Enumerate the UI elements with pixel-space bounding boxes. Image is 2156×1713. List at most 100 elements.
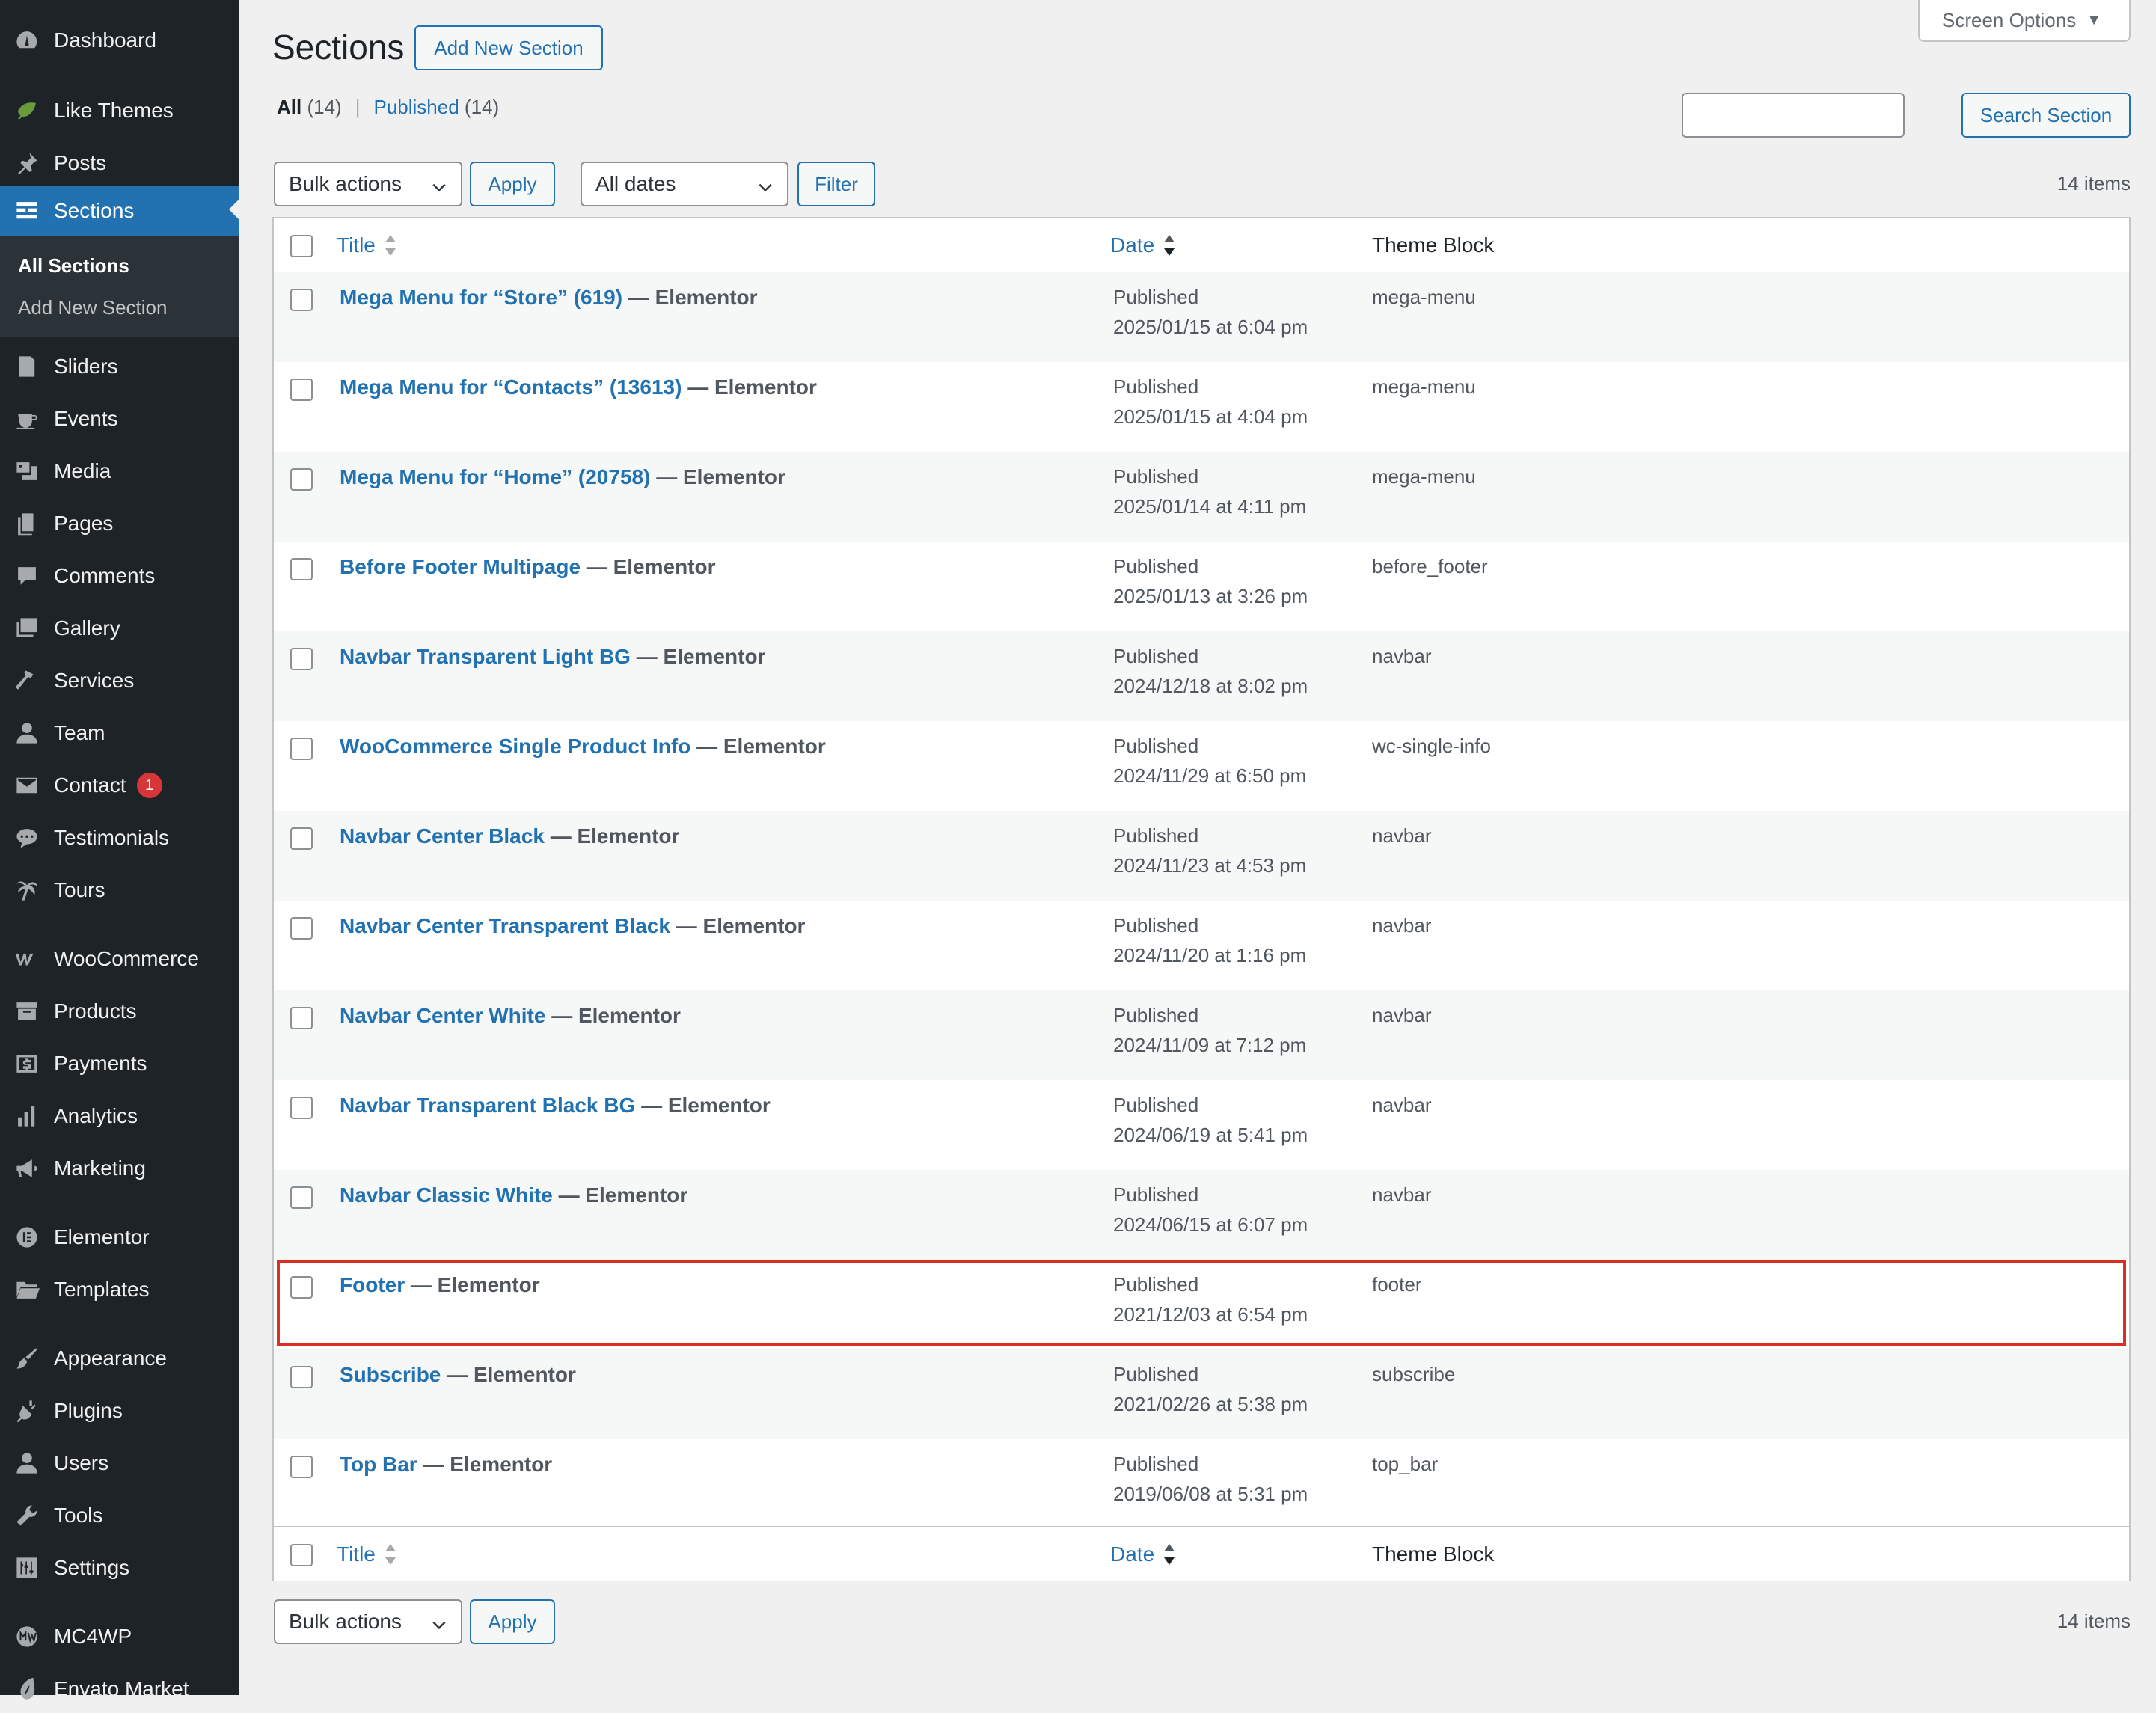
search-input[interactable] [1682,93,1905,138]
submenu-all-sections[interactable]: All Sections [18,254,129,278]
row-checkbox[interactable] [290,1456,313,1478]
filter-published[interactable]: Published (14) [373,96,499,119]
sidebar-item-contact[interactable]: Contact 1 [0,761,239,809]
sidebar-item-tours[interactable]: Tours [0,866,239,914]
row-checkbox[interactable] [290,1007,313,1029]
row-checkbox[interactable] [290,558,313,580]
sidebar-item-testimonials[interactable]: Testimonials [0,814,239,862]
row-title-link[interactable]: Navbar Center Black [340,824,545,848]
column-date-header[interactable]: Date [1110,233,1177,257]
admin-sidebar: Dashboard Like Themes Posts Sections Sliders… [0,0,239,1700]
row-title-link[interactable]: Top Bar [340,1453,417,1476]
row-title-link[interactable]: Navbar Transparent Light BG [340,645,631,668]
sidebar-item-label: MC4WP [54,1625,132,1648]
sidebar-item-gallery[interactable]: Gallery [0,604,239,652]
sidebar-item-events[interactable]: Events [0,395,239,443]
row-checkbox[interactable] [290,738,313,760]
bulk-actions-value: Bulk actions [289,172,402,195]
row-title-link[interactable]: Mega Menu for “Home” (20758) [340,465,650,488]
sidebar-item-dashboard[interactable]: Dashboard [0,16,239,64]
sidebar-item-templates[interactable]: Templates [0,1266,239,1314]
filter-button[interactable]: Filter [797,162,875,206]
row-status: Published [1113,1363,1199,1385]
apply-button-top[interactable]: Apply [470,162,555,206]
sidebar-item-woocommerce[interactable]: WooCommerce [0,935,239,983]
sidebar-item-label: Events [54,407,118,430]
megaphone-icon [12,1153,42,1183]
row-checkbox[interactable] [290,468,313,491]
search-section-button[interactable]: Search Section [1961,93,2131,138]
sidebar-item-envato-market[interactable]: Envato Market [0,1665,239,1713]
sidebar-item-payments[interactable]: Payments [0,1040,239,1088]
row-title-link[interactable]: Mega Menu for “Contacts” (13613) [340,376,682,399]
column-title-label: Title [337,233,376,257]
row-checkbox[interactable] [290,648,313,670]
filter-all-label: All [277,96,302,118]
sidebar-item-like-themes[interactable]: Like Themes [0,87,239,135]
row-title-link[interactable]: Navbar Classic White [340,1183,553,1207]
row-checkbox[interactable] [290,827,313,850]
sidebar-item-label: Settings [54,1556,130,1579]
row-title-link[interactable]: Navbar Center White [340,1004,545,1027]
table-row: Subscribe — Elementor Published 2021/02/26… [274,1349,2129,1439]
column-theme-block-header: Theme Block [1372,233,1495,257]
sidebar-item-label: Comments [54,564,156,587]
apply-button-bottom[interactable]: Apply [470,1599,555,1644]
bulk-actions-select-bottom[interactable]: Bulk actions [274,1599,462,1644]
row-checkbox[interactable] [290,1186,313,1209]
person-icon [12,718,42,748]
sidebar-item-mc4wp[interactable]: MC4WP [0,1613,239,1661]
submenu-add-new-section[interactable]: Add New Section [18,296,167,319]
column-title-header[interactable]: Title [337,233,398,257]
row-title-link[interactable]: WooCommerce Single Product Info [340,735,690,758]
row-checkbox[interactable] [290,289,313,311]
table-row: Navbar Center Black — Elementor Published… [274,811,2129,901]
sidebar-item-sections[interactable]: Sections [0,186,239,236]
sidebar-item-label: Testimonials [54,826,170,849]
row-checkbox[interactable] [290,1097,313,1119]
row-title-link[interactable]: Subscribe [340,1363,441,1386]
row-title-suffix: — Elementor [636,645,766,668]
sidebar-item-products[interactable]: Products [0,987,239,1035]
row-title-suffix: — Elementor [628,286,758,309]
media-icon [12,456,42,486]
sidebar-item-users[interactable]: Users [0,1439,239,1487]
row-checkbox[interactable] [290,1366,313,1388]
column-date-footer[interactable]: Date [1110,1542,1177,1566]
sidebar-item-tools[interactable]: Tools [0,1492,239,1539]
sidebar-item-marketing[interactable]: Marketing [0,1144,239,1192]
row-title-link[interactable]: Footer [340,1273,405,1296]
sidebar-item-team[interactable]: Team [0,709,239,757]
sidebar-item-label: Gallery [54,616,120,640]
sidebar-item-appearance[interactable]: Appearance [0,1334,239,1382]
column-title-footer[interactable]: Title [337,1542,398,1566]
row-title-link[interactable]: Navbar Transparent Black BG [340,1094,635,1117]
row-title-link[interactable]: Before Footer Multipage [340,555,581,578]
sidebar-item-media[interactable]: Media [0,447,239,495]
sidebar-item-services[interactable]: Services [0,657,239,705]
row-checkbox[interactable] [290,379,313,401]
sidebar-item-settings[interactable]: Settings [0,1544,239,1592]
sidebar-item-comments[interactable]: Comments [0,552,239,600]
select-all-checkbox-footer[interactable] [290,1544,313,1566]
row-checkbox[interactable] [290,917,313,940]
select-all-checkbox[interactable] [290,235,313,257]
sidebar-item-sliders[interactable]: Sliders [0,343,239,390]
sidebar-item-analytics[interactable]: Analytics [0,1092,239,1140]
row-checkbox[interactable] [290,1276,313,1299]
row-title-link[interactable]: Navbar Center Transparent Black [340,914,670,937]
column-date-label: Date [1110,233,1155,257]
items-count-bottom: 14 items [2057,1610,2131,1632]
screen-options-button[interactable]: Screen Options ▼ [1918,0,2131,42]
add-new-section-button[interactable]: Add New Section [414,25,603,70]
sidebar-item-elementor[interactable]: Elementor [0,1213,239,1261]
row-title-link[interactable]: Mega Menu for “Store” (619) [340,286,622,309]
bulk-actions-select-top[interactable]: Bulk actions [274,162,462,206]
row-theme-block: navbar [1372,1183,1432,1206]
sidebar-item-pages[interactable]: Pages [0,500,239,548]
sidebar-item-posts[interactable]: Posts [0,139,239,187]
sidebar-item-plugins[interactable]: Plugins [0,1387,239,1435]
filter-all[interactable]: All (14) [277,96,342,119]
mc4wp-icon [12,1622,42,1652]
date-filter-select[interactable]: All dates [581,162,788,206]
